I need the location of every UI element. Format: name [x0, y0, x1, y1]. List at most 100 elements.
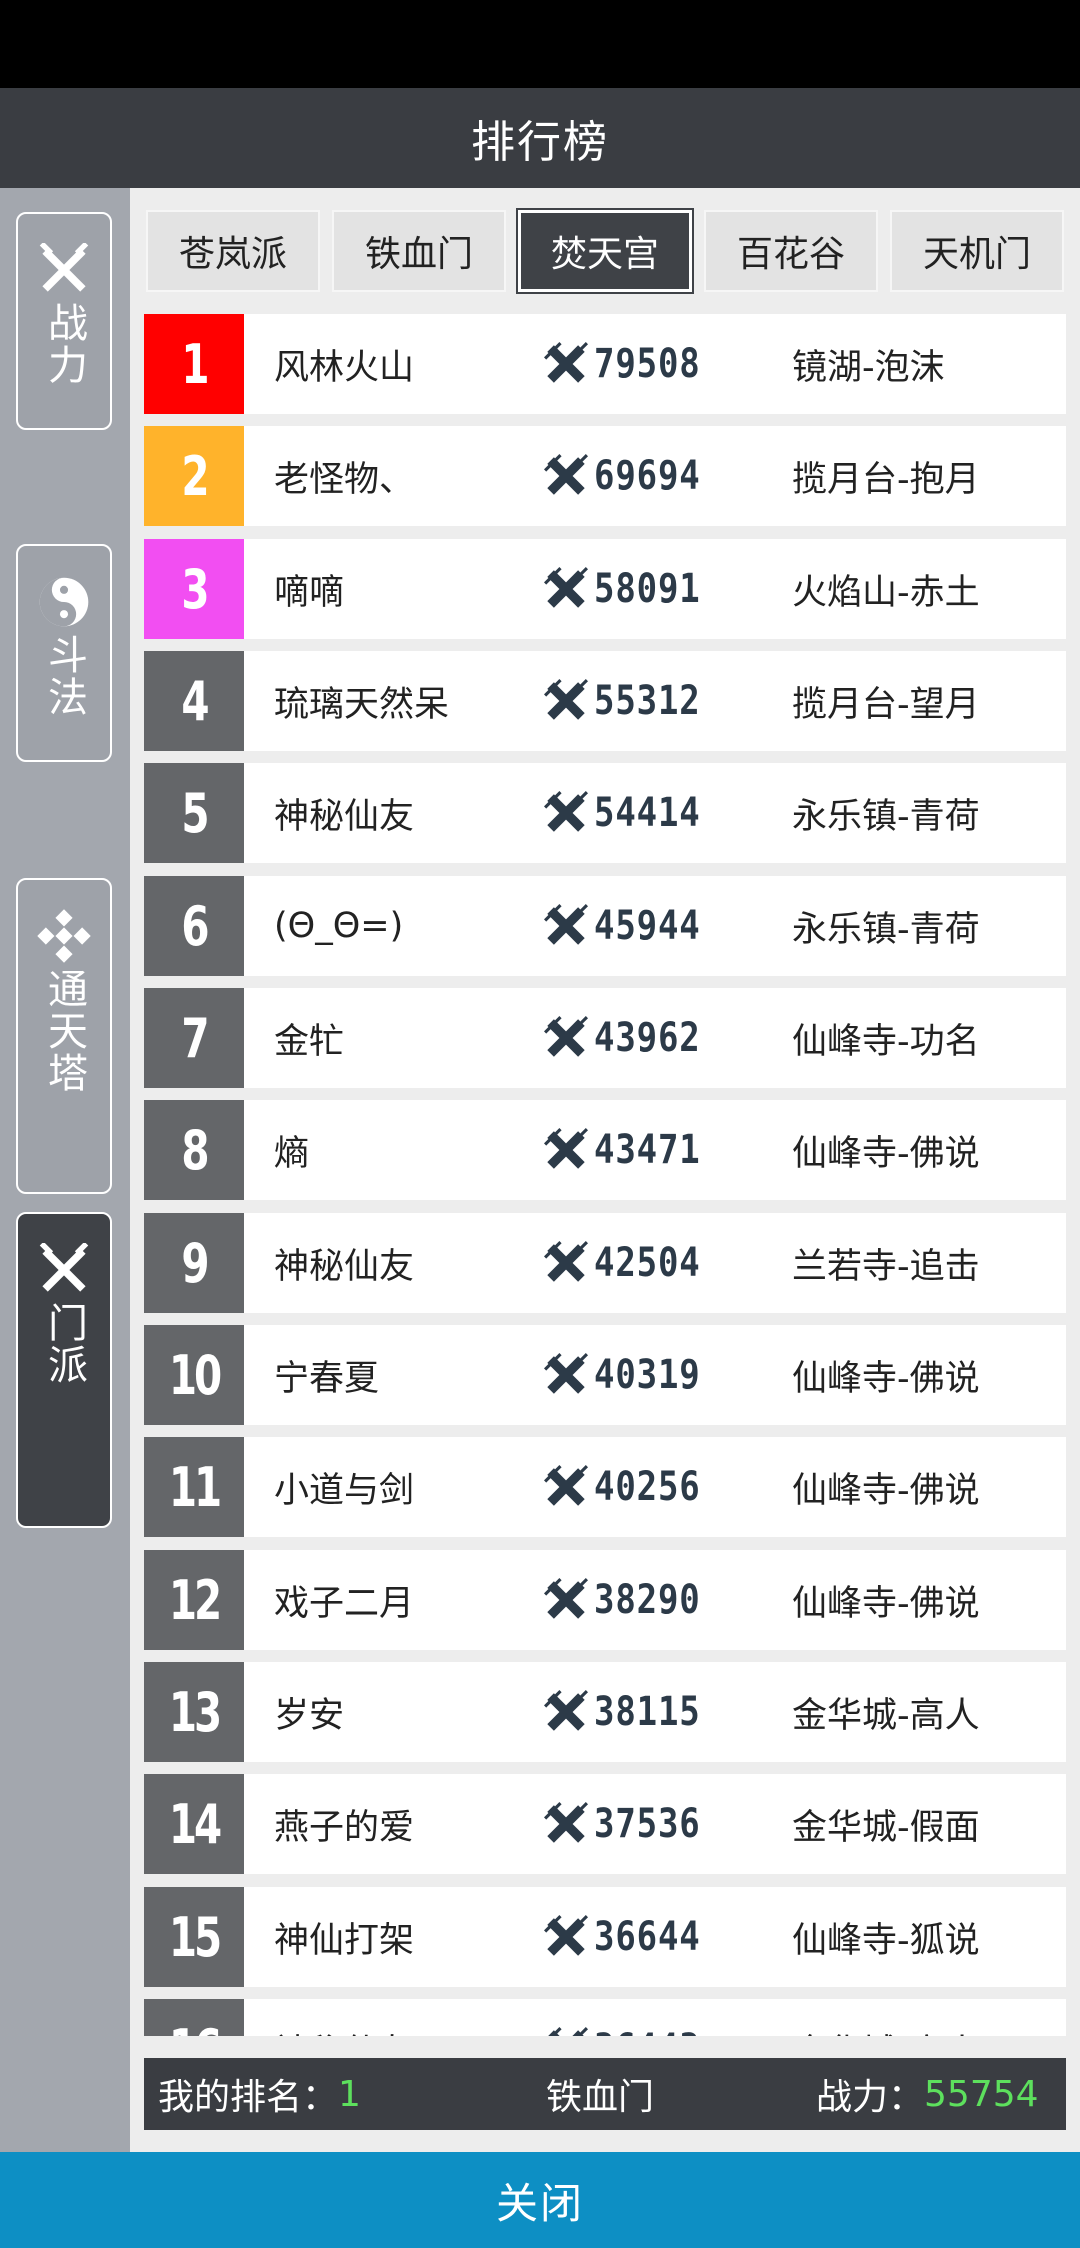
tab-canglan[interactable]: 苍岚派	[146, 210, 320, 292]
server-name: 金华城-高人	[792, 1695, 980, 1736]
rank-number: 11	[168, 1455, 222, 1519]
rank-number: 5	[181, 781, 209, 845]
server-name: 火焰山-赤土	[792, 572, 980, 613]
crossed-swords-icon	[36, 242, 92, 298]
table-row[interactable]: 4 琉璃天然呆 55312 揽月台-望月	[144, 651, 1066, 751]
rank-number: 13	[168, 1680, 222, 1744]
player-name: (Θ_Θ=)	[274, 906, 404, 946]
crossed-swords-icon	[544, 454, 594, 498]
table-row[interactable]: 1 风林火山 79508 镜湖-泡沫	[144, 314, 1066, 414]
rank-number: 15	[168, 1905, 222, 1969]
crossed-swords-icon	[544, 342, 594, 386]
tab-tiexue[interactable]: 铁血门	[332, 210, 506, 292]
player-name: 神秘仙友	[274, 1246, 415, 1287]
power-number: 40256	[594, 1464, 701, 1510]
server-name: 仙峰寺-功名	[792, 1021, 980, 1062]
player-name: 金牤	[274, 1021, 345, 1062]
power-value: 43962	[544, 988, 719, 1088]
server-name: 金华城-高人	[792, 1999, 980, 2037]
table-row[interactable]: 6 (Θ_Θ=) 45944 永乐镇-青荷	[144, 876, 1066, 976]
player-name: 神秘仙友	[274, 1999, 414, 2037]
server-name: 揽月台-抱月	[792, 459, 980, 500]
ranking-list[interactable]: 1 风林火山 79508 镜湖-泡沫 2 老怪物、 69694 揽月台-抱月 3 嘀嘀 58091 火…	[144, 314, 1066, 2036]
server-name: 永乐镇-青荷	[792, 909, 980, 950]
rank-number: 1	[181, 332, 209, 396]
table-row[interactable]: 8 熵 43471 仙峰寺-佛说	[144, 1100, 1066, 1200]
checker-diamond-icon	[36, 908, 92, 964]
page-title-text: 排行榜	[471, 117, 609, 168]
my-power-label: 战力：	[816, 2077, 925, 2118]
table-row[interactable]: 2 老怪物、 69694 揽月台-抱月	[144, 426, 1066, 526]
server-name: 镜湖-泡沫	[792, 347, 945, 388]
server-name: 永乐镇-青荷	[792, 796, 980, 837]
server-name: 金华城-假面	[792, 1807, 980, 1848]
tab-tianji[interactable]: 天机门	[890, 210, 1064, 292]
power-value: 55312	[544, 651, 719, 751]
table-row[interactable]: 12 戏子二月 38290 仙峰寺-佛说	[144, 1550, 1066, 1650]
side-tab-duel[interactable]: 斗法	[16, 544, 112, 762]
side-tab-power[interactable]: 战力	[16, 212, 112, 430]
player-name: 嘀嘀	[274, 572, 345, 613]
rank-number: 4	[181, 669, 209, 733]
tab-baihua[interactable]: 百花谷	[704, 210, 878, 292]
rank-number: 9	[181, 1231, 209, 1295]
power-value: 42504	[544, 1213, 719, 1313]
tab-fentian[interactable]: 焚天宫	[516, 208, 694, 294]
crossed-swords-icon	[544, 1128, 594, 1172]
side-tab-tower[interactable]: 通天塔	[16, 878, 112, 1194]
power-value: 40256	[544, 1437, 719, 1537]
table-row[interactable]: 14 燕子的爱 37536 金华城-假面	[144, 1774, 1066, 1874]
crossed-swords-icon	[544, 679, 594, 723]
power-value: 38115	[544, 1662, 719, 1762]
player-name: 琉璃天然呆	[274, 684, 450, 725]
my-rank-value: 1	[338, 2073, 361, 2115]
power-value: 40319	[544, 1325, 719, 1425]
crossed-swords-icon	[36, 1242, 92, 1298]
power-number: 69694	[594, 453, 701, 499]
rank-number: 14	[168, 1792, 222, 1856]
power-value: 58091	[544, 539, 719, 639]
my-rank-bar: 我的排名： 1 铁血门 战力： 55754	[144, 2058, 1066, 2130]
crossed-swords-icon	[544, 1353, 594, 1397]
my-rank-label: 我的排名：	[158, 2077, 339, 2118]
power-value: 36644	[544, 1887, 719, 1987]
power-value: 38290	[544, 1550, 719, 1650]
table-row[interactable]: 7 金牤 43962 仙峰寺-功名	[144, 988, 1066, 1088]
close-button[interactable]: 关闭	[0, 2152, 1080, 2248]
crossed-swords-icon	[544, 791, 594, 835]
power-number: 43471	[594, 1127, 701, 1173]
close-button-label: 关闭	[495, 2178, 584, 2228]
power-number: 42504	[594, 1240, 701, 1286]
power-number: 36443	[594, 2026, 701, 2036]
side-tab-faction[interactable]: 门派	[16, 1212, 112, 1528]
player-name: 岁安	[274, 1695, 345, 1736]
server-name: 仙峰寺-狐说	[792, 1920, 980, 1961]
table-row[interactable]: 15 神仙打架 36644 仙峰寺-狐说	[144, 1887, 1066, 1987]
power-number: 37536	[594, 1801, 701, 1847]
player-name: 小道与剑	[274, 1470, 415, 1511]
power-number: 55312	[594, 678, 701, 724]
crossed-swords-icon	[544, 1241, 594, 1285]
crossed-swords-icon	[544, 1465, 594, 1509]
table-row[interactable]: 3 嘀嘀 58091 火焰山-赤土	[144, 539, 1066, 639]
rank-number: 8	[181, 1118, 209, 1182]
side-tab-label: 门派	[41, 1302, 87, 1386]
crossed-swords-icon	[544, 1915, 594, 1959]
table-row[interactable]: 9 神秘仙友 42504 兰若寺-追击	[144, 1213, 1066, 1313]
player-name: 燕子的爱	[274, 1807, 415, 1848]
server-name: 揽月台-望月	[792, 684, 980, 725]
side-tab-label: 斗法	[41, 634, 87, 718]
server-name: 仙峰寺-佛说	[792, 1358, 980, 1399]
power-number: 38115	[594, 1689, 701, 1735]
table-row[interactable]: 11 小道与剑 40256 仙峰寺-佛说	[144, 1437, 1066, 1537]
rank-number: 2	[181, 444, 209, 508]
page-title: 排行榜	[0, 88, 1080, 188]
table-row[interactable]: 13 岁安 38115 金华城-高人	[144, 1662, 1066, 1762]
power-value: 36443	[544, 1999, 719, 2036]
table-row[interactable]: 5 神秘仙友 54414 永乐镇-青荷	[144, 763, 1066, 863]
table-row[interactable]: 16 神秘仙友 36443 金华城-高人	[144, 1999, 1066, 2036]
power-number: 79508	[594, 341, 701, 387]
player-name: 神仙打架	[274, 1920, 415, 1961]
power-value: 45944	[544, 876, 719, 976]
table-row[interactable]: 10 宁春夏 40319 仙峰寺-佛说	[144, 1325, 1066, 1425]
